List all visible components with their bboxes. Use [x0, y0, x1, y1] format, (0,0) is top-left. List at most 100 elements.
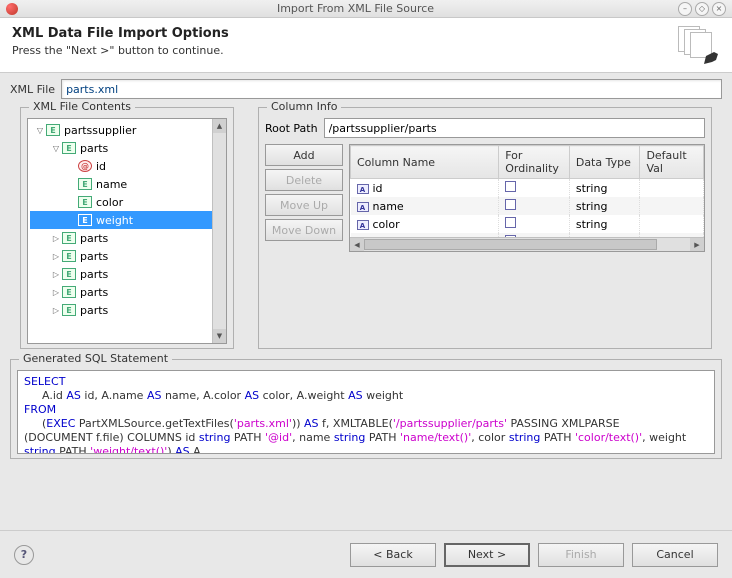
delete-button: Delete — [265, 169, 343, 191]
tree-item-label: weight — [96, 214, 133, 227]
table-row[interactable]: Aname string — [351, 197, 704, 215]
element-icon: E — [78, 196, 92, 208]
maximize-button[interactable]: ◇ — [695, 2, 709, 16]
element-icon: E — [62, 286, 76, 298]
element-icon: E — [62, 142, 76, 154]
sql-group: Generated SQL Statement SELECT A.id AS i… — [10, 359, 722, 459]
element-icon: E — [62, 268, 76, 280]
scroll-left-icon[interactable]: ◀ — [350, 238, 364, 251]
scroll-up-icon[interactable]: ▲ — [213, 119, 226, 133]
ordinality-checkbox[interactable] — [505, 181, 516, 192]
cell-defval — [640, 179, 704, 198]
tree-group: XML File Contents ▽Epartssupplier▽Eparts… — [20, 107, 234, 349]
element-icon: E — [78, 178, 92, 190]
table-hscrollbar[interactable]: ◀ ▶ — [350, 237, 704, 251]
col-defval-header[interactable]: Default Val — [640, 146, 704, 179]
close-button[interactable]: × — [712, 2, 726, 16]
move-down-button: Move Down — [265, 219, 343, 241]
ordinality-checkbox[interactable] — [505, 199, 516, 210]
tree-twisty-icon[interactable]: ▷ — [50, 234, 62, 243]
tree-item-label: parts — [80, 232, 108, 245]
tree-item-label: parts — [80, 304, 108, 317]
titlebar: Import From XML File Source – ◇ × — [0, 0, 732, 18]
cell-defval — [640, 215, 704, 233]
cell-dtype: string — [569, 215, 640, 233]
col-name-header[interactable]: Column Name — [351, 146, 499, 179]
table-row[interactable]: Acolor string — [351, 215, 704, 233]
cell-defval — [640, 197, 704, 215]
back-button[interactable]: < Back — [350, 543, 436, 567]
page-title: XML Data File Import Options — [12, 26, 678, 41]
tree-item[interactable]: ▷Eparts — [30, 301, 226, 319]
element-icon: E — [78, 214, 92, 226]
tree-item[interactable]: ▽Eparts — [30, 139, 226, 157]
columns-table: Column Name For Ordinality Data Type Def… — [349, 144, 705, 252]
tree-item-label: parts — [80, 250, 108, 263]
tree-item-label: parts — [80, 142, 108, 155]
scroll-down-icon[interactable]: ▼ — [213, 329, 226, 343]
column-icon: A — [357, 202, 369, 212]
cancel-button[interactable]: Cancel — [632, 543, 718, 567]
tree-item[interactable]: ▷Eparts — [30, 283, 226, 301]
tree-item[interactable]: Ecolor — [30, 193, 226, 211]
root-path-label: Root Path — [265, 122, 318, 135]
xml-file-input[interactable] — [61, 79, 722, 99]
element-icon: E — [62, 304, 76, 316]
scroll-right-icon[interactable]: ▶ — [690, 238, 704, 251]
tree-twisty-icon[interactable]: ▷ — [50, 288, 62, 297]
wizard-logo — [678, 26, 720, 64]
element-icon: E — [62, 250, 76, 262]
sql-text: SELECT A.id AS id, A.name AS name, A.col… — [17, 370, 715, 454]
move-up-button: Move Up — [265, 194, 343, 216]
tree-twisty-icon[interactable]: ▷ — [50, 252, 62, 261]
ordinality-checkbox[interactable] — [505, 217, 516, 228]
col-dtype-header[interactable]: Data Type — [569, 146, 640, 179]
tree-item[interactable]: Ename — [30, 175, 226, 193]
tree-item-label: parts — [80, 286, 108, 299]
tree-item[interactable]: ▷Eparts — [30, 265, 226, 283]
tree-item[interactable]: ▽Epartssupplier — [30, 121, 226, 139]
finish-button: Finish — [538, 543, 624, 567]
tree-item-label: id — [96, 160, 106, 173]
tree-scrollbar[interactable]: ▲ ▼ — [212, 119, 226, 343]
sql-legend: Generated SQL Statement — [19, 352, 172, 365]
wizard-footer: ? < Back Next > Finish Cancel — [0, 530, 732, 578]
column-icon: A — [357, 220, 369, 230]
tree-twisty-icon[interactable]: ▽ — [34, 126, 46, 135]
cell-name: id — [373, 182, 383, 195]
cell-name: color — [373, 218, 400, 231]
table-row[interactable]: Aid string — [351, 179, 704, 198]
root-path-input[interactable] — [324, 118, 705, 138]
element-icon: E — [62, 232, 76, 244]
tree-item-label: name — [96, 178, 127, 191]
cell-dtype: string — [569, 197, 640, 215]
col-ord-header[interactable]: For Ordinality — [499, 146, 570, 179]
app-icon — [6, 3, 18, 15]
tree-item-label: parts — [80, 268, 108, 281]
tree-item[interactable]: ▷Eparts — [30, 247, 226, 265]
tree-item-label: partssupplier — [64, 124, 136, 137]
page-subtitle: Press the "Next >" button to continue. — [12, 44, 678, 57]
tree-item[interactable]: @ id — [30, 157, 226, 175]
tree-twisty-icon[interactable]: ▷ — [50, 306, 62, 315]
column-info-legend: Column Info — [267, 100, 341, 113]
window-title: Import From XML File Source — [36, 2, 675, 15]
tree-item[interactable]: ▷Eparts — [30, 229, 226, 247]
next-button[interactable]: Next > — [444, 543, 530, 567]
tree-item-label: color — [96, 196, 123, 209]
cell-name: name — [373, 200, 404, 213]
tree-twisty-icon[interactable]: ▷ — [50, 270, 62, 279]
minimize-button[interactable]: – — [678, 2, 692, 16]
cell-dtype: string — [569, 179, 640, 198]
add-button[interactable]: Add — [265, 144, 343, 166]
attribute-icon: @ — [78, 160, 92, 172]
column-info-group: Column Info Root Path Add Delete Move Up… — [258, 107, 712, 349]
tree-item[interactable]: Eweight — [30, 211, 226, 229]
help-button[interactable]: ? — [14, 545, 34, 565]
tree-container: ▽Epartssupplier▽Eparts@idEnameEcolorEwei… — [27, 118, 227, 344]
tree-legend: XML File Contents — [29, 100, 135, 113]
element-icon: E — [46, 124, 60, 136]
column-icon: A — [357, 184, 369, 194]
wizard-header: XML Data File Import Options Press the "… — [0, 18, 732, 73]
tree-twisty-icon[interactable]: ▽ — [50, 144, 62, 153]
